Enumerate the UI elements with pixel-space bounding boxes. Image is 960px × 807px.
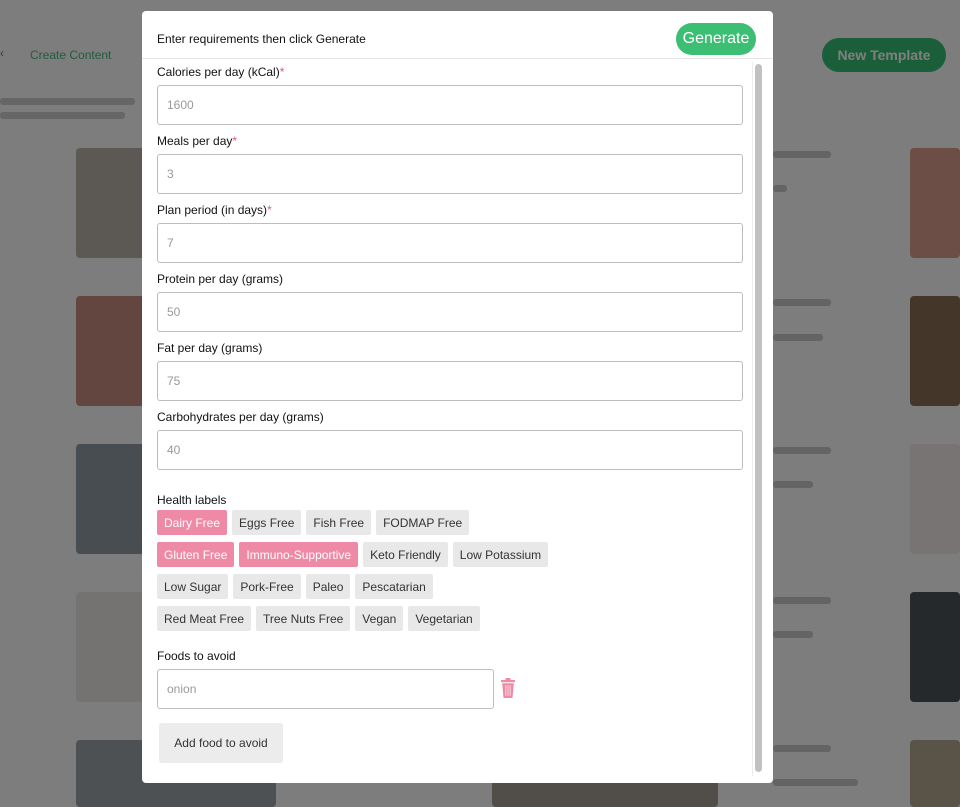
chip-tree-nuts-free[interactable]: Tree Nuts Free bbox=[256, 606, 351, 631]
protein-label: Protein per day (grams) bbox=[157, 272, 284, 286]
foods-to-avoid-title: Foods to avoid bbox=[157, 649, 236, 663]
health-labels-row: Dairy Free Eggs Free Fish Free FODMAP Fr… bbox=[157, 510, 470, 535]
meals-placeholder: 3 bbox=[167, 167, 174, 181]
chip-immuno-supportive[interactable]: Immuno-Supportive bbox=[239, 542, 359, 567]
chip-fodmap-free[interactable]: FODMAP Free bbox=[376, 510, 470, 535]
meals-label: Meals per day* bbox=[157, 134, 238, 148]
carbohydrates-label: Carbohydrates per day (grams) bbox=[157, 410, 324, 424]
protein-placeholder: 50 bbox=[167, 305, 181, 319]
calories-input[interactable]: 1600 bbox=[157, 85, 743, 125]
fat-label: Fat per day (grams) bbox=[157, 341, 263, 355]
chip-dairy-free[interactable]: Dairy Free bbox=[157, 510, 228, 535]
modal-title: Enter requirements then click Generate bbox=[157, 32, 366, 46]
calories-placeholder: 1600 bbox=[167, 98, 194, 112]
health-labels-row: Gluten Free Immuno-Supportive Keto Frien… bbox=[157, 542, 549, 567]
chip-low-sugar[interactable]: Low Sugar bbox=[157, 574, 229, 599]
protein-input[interactable]: 50 bbox=[157, 292, 743, 332]
meals-input[interactable]: 3 bbox=[157, 154, 743, 194]
chip-pork-free[interactable]: Pork-Free bbox=[233, 574, 301, 599]
chip-vegan[interactable]: Vegan bbox=[355, 606, 404, 631]
calories-label: Calories per day (kCal)* bbox=[157, 65, 285, 79]
scrollbar[interactable] bbox=[752, 62, 764, 776]
chip-pescatarian[interactable]: Pescatarian bbox=[355, 574, 433, 599]
plan-period-label: Plan period (in days)* bbox=[157, 203, 272, 217]
fat-placeholder: 75 bbox=[167, 374, 181, 388]
chip-eggs-free[interactable]: Eggs Free bbox=[232, 510, 302, 535]
scrollbar-thumb[interactable] bbox=[755, 64, 762, 772]
health-labels-row: Low Sugar Pork-Free Paleo Pescatarian bbox=[157, 574, 433, 599]
carbohydrates-input[interactable]: 40 bbox=[157, 430, 743, 470]
food-to-avoid-input[interactable]: onion bbox=[157, 669, 494, 709]
chip-keto-friendly[interactable]: Keto Friendly bbox=[363, 542, 448, 567]
chip-vegetarian[interactable]: Vegetarian bbox=[408, 606, 480, 631]
chip-red-meat-free[interactable]: Red Meat Free bbox=[157, 606, 252, 631]
carbohydrates-placeholder: 40 bbox=[167, 443, 181, 457]
requirements-modal: Enter requirements then click Generate G… bbox=[142, 11, 773, 783]
health-labels-row: Red Meat Free Tree Nuts Free Vegan Veget… bbox=[157, 606, 480, 631]
generate-button[interactable]: Generate bbox=[676, 23, 756, 55]
chip-gluten-free[interactable]: Gluten Free bbox=[157, 542, 235, 567]
plan-period-placeholder: 7 bbox=[167, 236, 174, 250]
add-food-to-avoid-button[interactable]: Add food to avoid bbox=[159, 723, 283, 763]
chip-low-potassium[interactable]: Low Potassium bbox=[452, 542, 549, 567]
health-labels-title: Health labels bbox=[157, 493, 227, 507]
chip-fish-free[interactable]: Fish Free bbox=[306, 510, 372, 535]
chip-paleo[interactable]: Paleo bbox=[305, 574, 351, 599]
food-to-avoid-placeholder: onion bbox=[167, 682, 197, 696]
trash-icon[interactable] bbox=[500, 678, 516, 698]
modal-header: Enter requirements then click Generate G… bbox=[142, 11, 773, 59]
plan-period-input[interactable]: 7 bbox=[157, 223, 743, 263]
fat-input[interactable]: 75 bbox=[157, 361, 743, 401]
